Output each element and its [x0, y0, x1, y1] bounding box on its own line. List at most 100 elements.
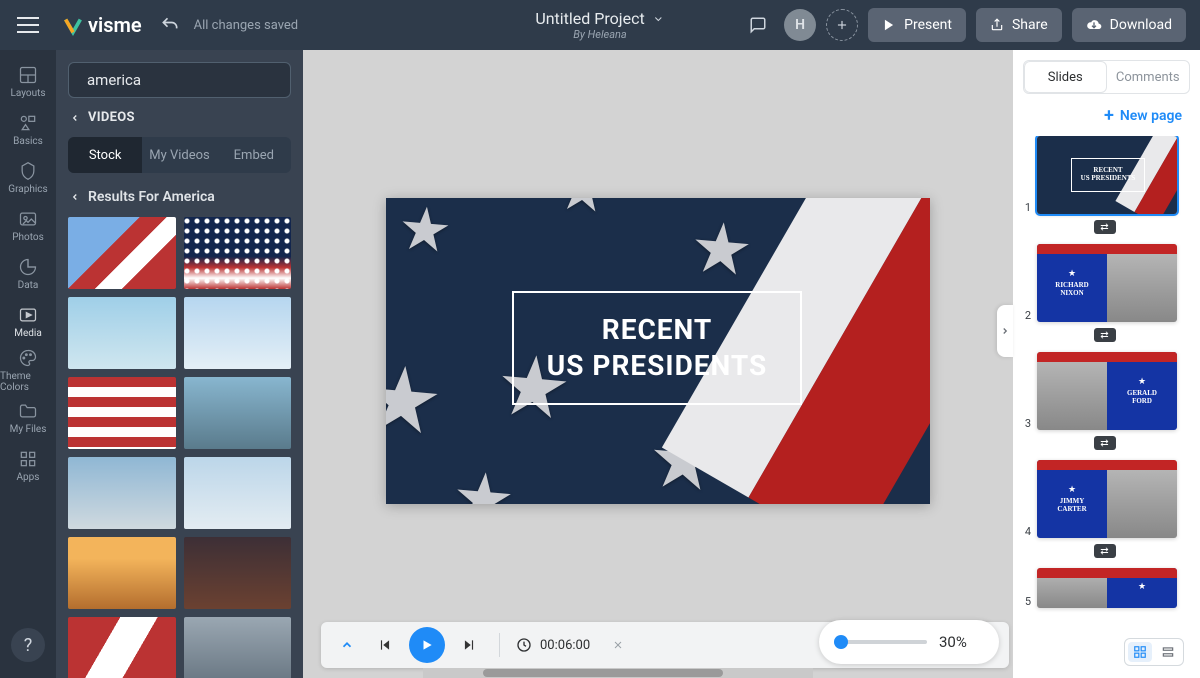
add-collaborator-button[interactable]: [826, 9, 858, 41]
rail-basics[interactable]: Basics: [0, 106, 56, 154]
transition-button[interactable]: ⇄: [1094, 220, 1116, 234]
search-input[interactable]: [87, 71, 286, 89]
grid-view-button[interactable]: [1128, 642, 1152, 662]
tab-stock[interactable]: Stock: [68, 137, 142, 173]
timeline-time[interactable]: 00:06:00: [516, 637, 590, 653]
slide-thumbnail[interactable]: RECENT US PRESIDENTS: [1037, 136, 1177, 214]
chevron-left-icon: [70, 113, 80, 123]
visme-logo-icon: [62, 14, 84, 36]
tab-embed[interactable]: Embed: [217, 137, 291, 173]
save-status: All changes saved: [194, 18, 299, 33]
video-thumbnail[interactable]: [68, 217, 176, 289]
slide-number: 2: [1019, 309, 1031, 322]
video-thumbnail[interactable]: [184, 617, 292, 678]
rail-theme-colors[interactable]: Theme Colors: [0, 346, 56, 394]
video-thumbnail[interactable]: [184, 217, 292, 289]
video-thumbnail[interactable]: [68, 457, 176, 529]
transition-button[interactable]: ⇄: [1094, 328, 1116, 342]
slides-list: 1 RECENT US PRESIDENTS ⇄ 2 RICHARD NIXON…: [1013, 136, 1200, 678]
search-field[interactable]: [68, 62, 291, 98]
project-title: Untitled Project: [535, 9, 644, 28]
slide-thumbnail[interactable]: GERALD FORD: [1037, 352, 1177, 430]
collapse-right-panel-button[interactable]: [997, 305, 1013, 357]
video-thumbnail[interactable]: [184, 297, 292, 369]
slide-number: 5: [1019, 595, 1031, 608]
left-rail: Layouts Basics Graphics Photos Data Medi…: [0, 50, 56, 678]
slide-number: 3: [1019, 417, 1031, 430]
plus-icon: [835, 18, 849, 32]
video-thumbnail[interactable]: [184, 457, 292, 529]
tab-my-videos[interactable]: My Videos: [142, 137, 216, 173]
user-avatar[interactable]: H: [784, 9, 816, 41]
new-page-button[interactable]: +New page: [1013, 98, 1200, 136]
menu-button[interactable]: [0, 0, 56, 50]
grid-icon: [1133, 645, 1147, 659]
share-icon: [990, 18, 1004, 32]
transition-button[interactable]: ⇄: [1094, 436, 1116, 450]
tab-slides[interactable]: Slides: [1024, 61, 1107, 93]
play-icon: [882, 18, 896, 32]
slide-number: 1: [1019, 201, 1031, 214]
chevron-right-icon: [1000, 326, 1010, 336]
tab-comments[interactable]: Comments: [1107, 61, 1190, 93]
rail-apps[interactable]: Apps: [0, 442, 56, 490]
results-back-header[interactable]: Results For America: [56, 179, 303, 211]
rail-my-files[interactable]: My Files: [0, 394, 56, 442]
basics-icon: [18, 113, 38, 133]
share-button[interactable]: Share: [976, 8, 1062, 42]
play-button[interactable]: [409, 627, 445, 663]
view-mode-toggle: [1124, 638, 1184, 666]
slide-thumbnail[interactable]: RICHARD NIXON: [1037, 244, 1177, 322]
download-button[interactable]: Download: [1072, 8, 1186, 42]
visme-logo[interactable]: visme: [62, 13, 142, 37]
video-thumbnail[interactable]: [68, 377, 176, 449]
videos-back-header[interactable]: VIDEOS: [56, 106, 303, 127]
timeline-collapse-button[interactable]: [333, 631, 361, 659]
right-panel-tabs: Slides Comments: [1023, 60, 1190, 94]
zoom-control[interactable]: 30%: [819, 620, 999, 664]
video-thumbnail[interactable]: [68, 617, 176, 678]
prev-slide-button[interactable]: [371, 631, 399, 659]
video-thumbnail[interactable]: [184, 537, 292, 609]
rail-layouts[interactable]: Layouts: [0, 58, 56, 106]
project-title-group[interactable]: Untitled Project By Heleana: [535, 9, 664, 41]
slide-stage[interactable]: ★ ★ ★ ★ ★ ★ ★ RECENTUS PRESIDENTS: [386, 198, 930, 504]
topbar-actions: H Present Share Download: [742, 8, 1200, 42]
slide-number: 4: [1019, 525, 1031, 538]
rail-photos[interactable]: Photos: [0, 202, 56, 250]
transition-button[interactable]: ⇄: [1094, 544, 1116, 558]
video-thumbnail[interactable]: [184, 377, 292, 449]
horizontal-scrollbar[interactable]: [423, 668, 813, 678]
slide-thumbnail[interactable]: [1037, 568, 1177, 608]
skip-back-icon: [378, 638, 392, 652]
undo-button[interactable]: [160, 15, 180, 35]
skip-forward-icon: [462, 638, 476, 652]
apps-icon: [18, 449, 38, 469]
chevron-left-icon: [70, 192, 80, 202]
video-thumbnail[interactable]: [68, 537, 176, 609]
timeline-close-button[interactable]: [604, 631, 632, 659]
zoom-value: 30%: [939, 633, 967, 651]
next-slide-button[interactable]: [455, 631, 483, 659]
rail-data[interactable]: Data: [0, 250, 56, 298]
slide-thumbnail[interactable]: JIMMY CARTER: [1037, 460, 1177, 538]
rail-media[interactable]: Media: [0, 298, 56, 346]
comment-icon: [749, 16, 767, 34]
folder-icon: [18, 401, 38, 421]
project-byline: By Heleana: [535, 28, 664, 41]
video-source-tabs: Stock My Videos Embed: [68, 137, 291, 173]
list-view-button[interactable]: [1156, 642, 1180, 662]
help-button[interactable]: ?: [11, 628, 45, 662]
zoom-slider[interactable]: [837, 640, 927, 644]
logo-text: visme: [88, 13, 142, 37]
comments-button[interactable]: [742, 9, 774, 41]
rail-graphics[interactable]: Graphics: [0, 154, 56, 202]
video-thumbnail[interactable]: [68, 297, 176, 369]
palette-icon: [18, 348, 38, 368]
play-icon: [420, 638, 434, 652]
slide-title-frame[interactable]: RECENTUS PRESIDENTS: [512, 291, 802, 405]
canvas-area: ★ ★ ★ ★ ★ ★ ★ RECENTUS PRESIDENTS 00:06:…: [303, 50, 1013, 678]
present-button[interactable]: Present: [868, 8, 966, 42]
slides-panel: Slides Comments +New page 1 RECENT US PR…: [1013, 50, 1200, 678]
chevron-up-icon: [340, 638, 354, 652]
